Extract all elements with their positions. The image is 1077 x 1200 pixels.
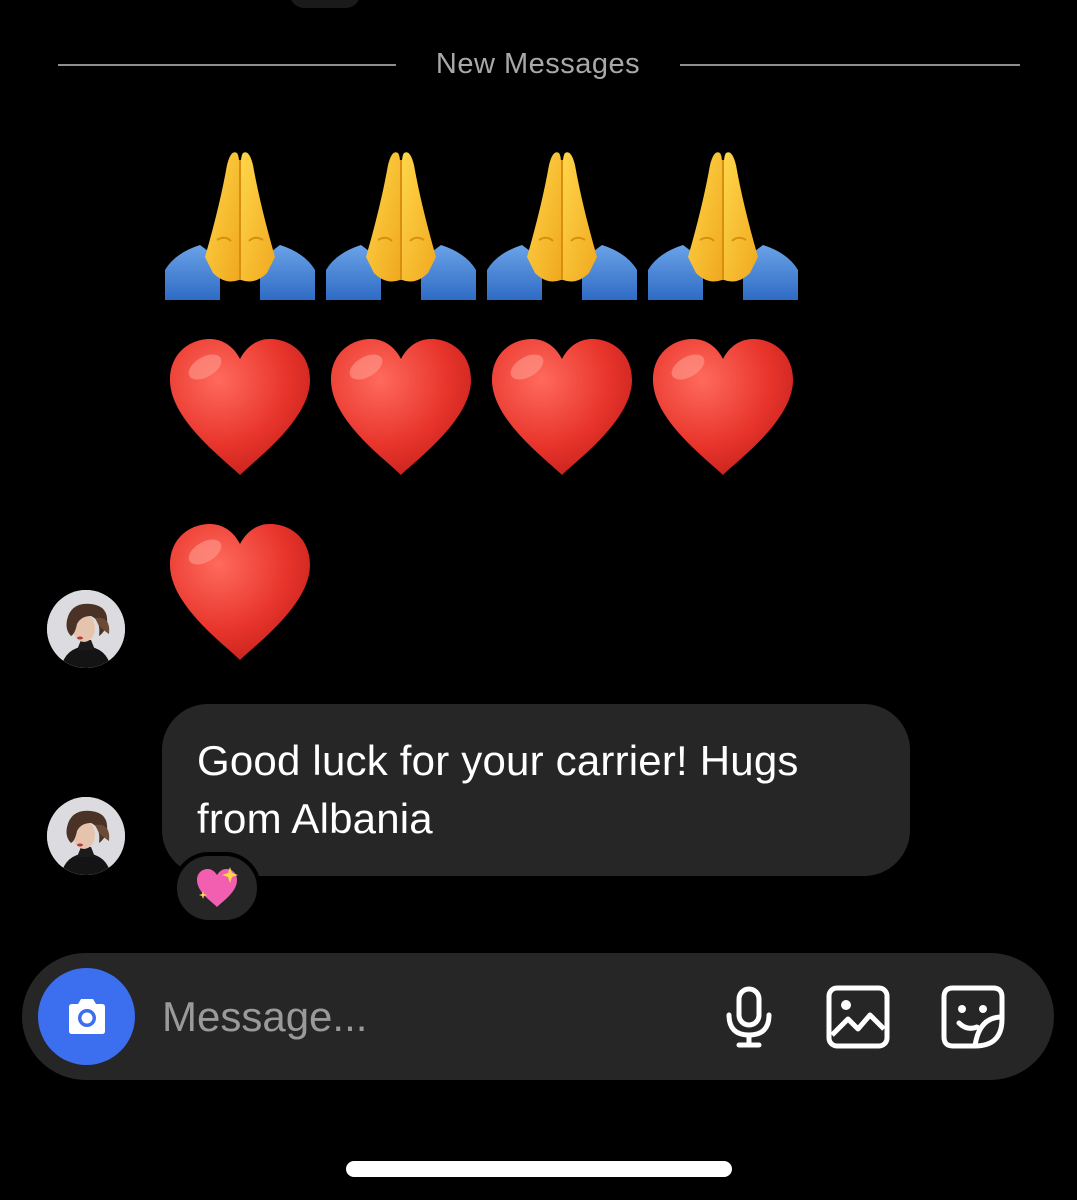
gallery-icon bbox=[826, 985, 890, 1049]
sparkling-heart-icon bbox=[197, 867, 238, 907]
new-messages-label: New Messages bbox=[435, 48, 641, 80]
emoji-message-hearts[interactable] bbox=[165, 335, 809, 480]
divider-line-left bbox=[58, 64, 396, 66]
sticker-icon bbox=[941, 985, 1005, 1049]
red-heart-emoji bbox=[487, 335, 637, 480]
red-heart-emoji bbox=[326, 335, 476, 480]
microphone-icon bbox=[726, 986, 772, 1048]
red-heart-emoji bbox=[165, 335, 315, 480]
message-bubble[interactable]: Good luck for your carrier! Hugs from Al… bbox=[162, 704, 910, 876]
folded-hands-emoji bbox=[165, 145, 315, 300]
sender-avatar[interactable] bbox=[47, 590, 125, 668]
message-reaction[interactable] bbox=[173, 852, 261, 924]
sender-avatar[interactable] bbox=[47, 797, 125, 875]
folded-hands-emoji bbox=[648, 145, 798, 300]
voice-message-button[interactable] bbox=[715, 983, 783, 1051]
folded-hands-emoji bbox=[326, 145, 476, 300]
message-composer bbox=[22, 953, 1054, 1080]
camera-button[interactable] bbox=[38, 968, 135, 1065]
emoji-message-folded-hands[interactable] bbox=[165, 145, 809, 300]
message-input[interactable] bbox=[162, 983, 682, 1050]
gallery-button[interactable] bbox=[824, 983, 892, 1051]
avatar-portrait bbox=[47, 797, 125, 875]
home-indicator[interactable] bbox=[346, 1161, 732, 1177]
camera-icon bbox=[68, 998, 105, 1034]
message-text: Good luck for your carrier! Hugs from Al… bbox=[197, 737, 799, 842]
folded-hands-emoji bbox=[487, 145, 637, 300]
divider-line-right bbox=[680, 64, 1020, 66]
emoji-message-heart[interactable] bbox=[165, 520, 315, 665]
red-heart-emoji bbox=[165, 520, 315, 665]
previous-message-edge bbox=[290, 0, 360, 8]
sticker-button[interactable] bbox=[939, 983, 1007, 1051]
new-messages-divider: New Messages bbox=[0, 40, 1077, 90]
avatar-portrait bbox=[47, 590, 125, 668]
red-heart-emoji bbox=[648, 335, 798, 480]
